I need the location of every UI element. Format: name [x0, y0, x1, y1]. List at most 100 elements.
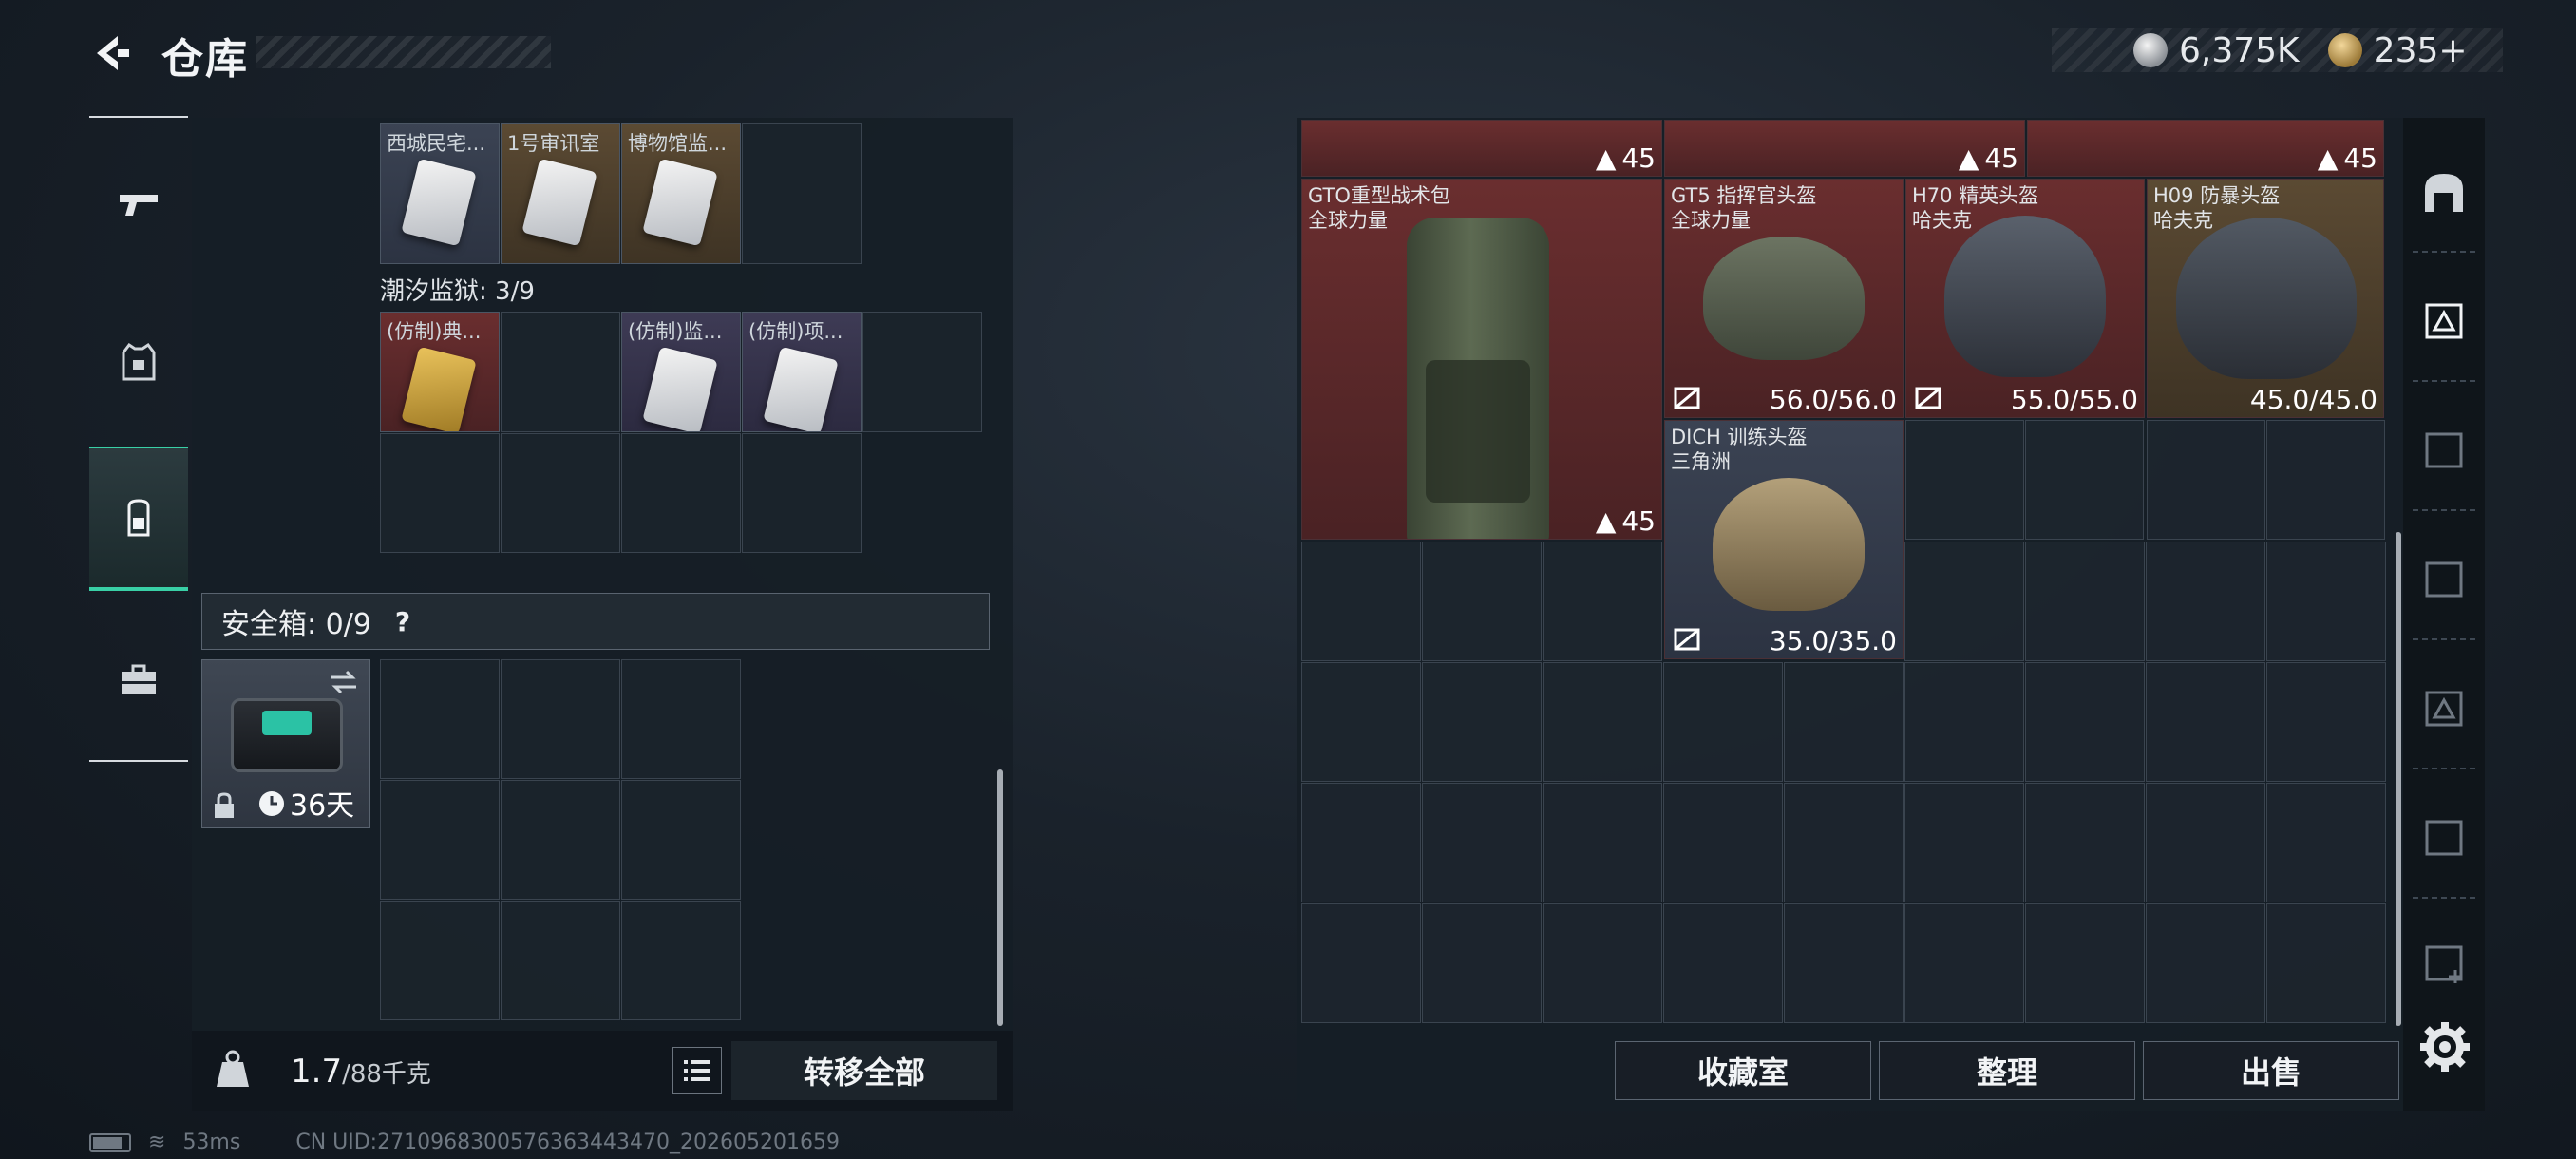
tab-gti-3[interactable] [2411, 543, 2477, 610]
empty-slot[interactable] [1422, 903, 1542, 1023]
empty-slot[interactable] [621, 901, 741, 1020]
empty-slot[interactable] [2266, 420, 2385, 540]
silver-amount: 6,375K [2179, 30, 2300, 70]
rail-item-armor[interactable] [89, 300, 188, 424]
tab-gti-1[interactable] [2411, 285, 2477, 352]
gold-amount[interactable]: 235+ [2374, 31, 2468, 70]
item-helmet-gt5[interactable]: GT5 指挥官头盔 全球力量 56.0/56.0 [1664, 179, 1904, 418]
empty-slot[interactable] [2146, 662, 2265, 782]
tab-iv-2[interactable] [2411, 802, 2477, 868]
rail-item-toolbox[interactable] [89, 618, 188, 741]
item-cell[interactable]: 西城民宅... [380, 124, 500, 264]
empty-slot[interactable] [1301, 783, 1421, 902]
item-helmet-dich[interactable]: DICH 训练头盔 三角洲 35.0/35.0 [1664, 420, 1904, 659]
empty-slot[interactable] [2025, 542, 2145, 661]
empty-slot[interactable] [2266, 662, 2386, 782]
item-cell[interactable]: (仿制)项... [742, 312, 862, 432]
empty-slot[interactable] [2266, 783, 2386, 902]
empty-slot[interactable] [501, 659, 620, 779]
empty-slot[interactable] [742, 433, 862, 553]
gun-icon [120, 195, 158, 216]
empty-slot[interactable] [621, 780, 741, 900]
item-cell[interactable]: 博物馆监... [621, 124, 741, 264]
help-icon[interactable]: ? [385, 603, 421, 639]
back-button[interactable] [85, 27, 139, 80]
empty-slot[interactable] [2025, 783, 2145, 902]
empty-slot[interactable] [1301, 662, 1421, 782]
empty-slot[interactable] [1904, 903, 2024, 1023]
item-cell[interactable]: ▲ 45 [2027, 120, 2384, 177]
tab-main-stash[interactable] [2411, 160, 2477, 226]
item-backpack[interactable]: GTO重型战术包 全球力量 ▲ 45 [1301, 179, 1662, 540]
empty-slot[interactable] [2025, 420, 2144, 540]
right-scrollbar[interactable] [2396, 532, 2401, 1026]
empty-slot[interactable] [501, 433, 620, 553]
empty-slot[interactable] [1904, 783, 2024, 902]
empty-slot[interactable] [1301, 903, 1421, 1023]
empty-slot[interactable] [2146, 903, 2265, 1023]
empty-slot[interactable] [1663, 662, 1783, 782]
empty-slot[interactable] [1663, 903, 1783, 1023]
empty-slot[interactable] [2025, 903, 2145, 1023]
list-view-button[interactable] [672, 1047, 722, 1094]
empty-slot[interactable] [621, 433, 741, 553]
empty-slot[interactable] [1422, 662, 1542, 782]
rail-item-backpack[interactable] [89, 446, 188, 591]
safe-box-item[interactable]: 36天 [201, 659, 370, 828]
transfer-all-button[interactable]: 转移全部 [731, 1041, 997, 1100]
empty-slot[interactable] [862, 312, 982, 432]
empty-slot[interactable] [2266, 542, 2386, 661]
empty-slot[interactable] [380, 901, 500, 1020]
item-helmet-h09[interactable]: H09 防暴头盔 哈夫克 45.0/45.0 [2147, 179, 2384, 418]
empty-slot[interactable] [2146, 783, 2265, 902]
empty-slot[interactable] [380, 780, 500, 900]
empty-slot[interactable] [1904, 542, 2024, 661]
empty-slot[interactable] [2146, 542, 2265, 661]
empty-slot[interactable] [1422, 542, 1542, 661]
item-helmet-h70[interactable]: H70 精英头盔 哈夫克 55.0/55.0 [1905, 179, 2145, 418]
iv-container-icon [2425, 820, 2463, 856]
left-scrollbar[interactable] [997, 770, 1003, 1026]
sell-button[interactable]: 出售 [2143, 1041, 2399, 1100]
empty-slot[interactable] [2147, 420, 2265, 540]
empty-slot[interactable] [2025, 662, 2145, 782]
gti-container-icon [2425, 561, 2463, 598]
empty-slot[interactable] [501, 901, 620, 1020]
tab-iv-add[interactable] [2411, 927, 2477, 994]
item-cell[interactable]: ▲ 45 [1664, 120, 2025, 177]
empty-slot[interactable] [501, 312, 620, 432]
helmet-image [1713, 478, 1865, 611]
empty-slot[interactable] [1904, 662, 2024, 782]
gear-icon[interactable] [2416, 1018, 2473, 1075]
item-cell[interactable]: 1号审讯室 [501, 124, 620, 264]
repair-icon [1674, 387, 1700, 409]
empty-slot[interactable] [1543, 783, 1662, 902]
helmet-image [1703, 237, 1865, 360]
empty-slot[interactable] [501, 780, 620, 900]
swap-icon[interactable] [328, 666, 360, 698]
empty-slot[interactable] [1543, 903, 1662, 1023]
tab-gti-2[interactable] [2411, 414, 2477, 481]
empty-slot[interactable] [1784, 903, 1904, 1023]
item-cell[interactable]: (仿制)监... [621, 312, 741, 432]
item-cell[interactable]: ▲ 45 [1301, 120, 1662, 177]
collection-room-button[interactable]: 收藏室 [1615, 1041, 1871, 1100]
empty-slot[interactable] [1543, 662, 1662, 782]
empty-slot[interactable] [1784, 662, 1904, 782]
empty-slot[interactable] [2266, 903, 2386, 1023]
tab-iv-1[interactable] [2411, 673, 2477, 739]
ping-text: 53ms [182, 1130, 241, 1154]
empty-slot[interactable] [1422, 783, 1542, 902]
organize-button[interactable]: 整理 [1879, 1041, 2135, 1100]
empty-slot[interactable] [1301, 542, 1421, 661]
empty-slot[interactable] [1784, 783, 1904, 902]
empty-slot[interactable] [380, 659, 500, 779]
empty-slot[interactable] [1543, 542, 1662, 661]
empty-slot[interactable] [1905, 420, 2024, 540]
empty-slot[interactable] [621, 659, 741, 779]
item-cell[interactable]: (仿制)典... [380, 312, 500, 432]
empty-slot[interactable] [1663, 783, 1783, 902]
empty-slot[interactable] [380, 433, 500, 553]
empty-slot[interactable] [742, 124, 862, 264]
rail-item-weapons[interactable] [89, 142, 188, 266]
